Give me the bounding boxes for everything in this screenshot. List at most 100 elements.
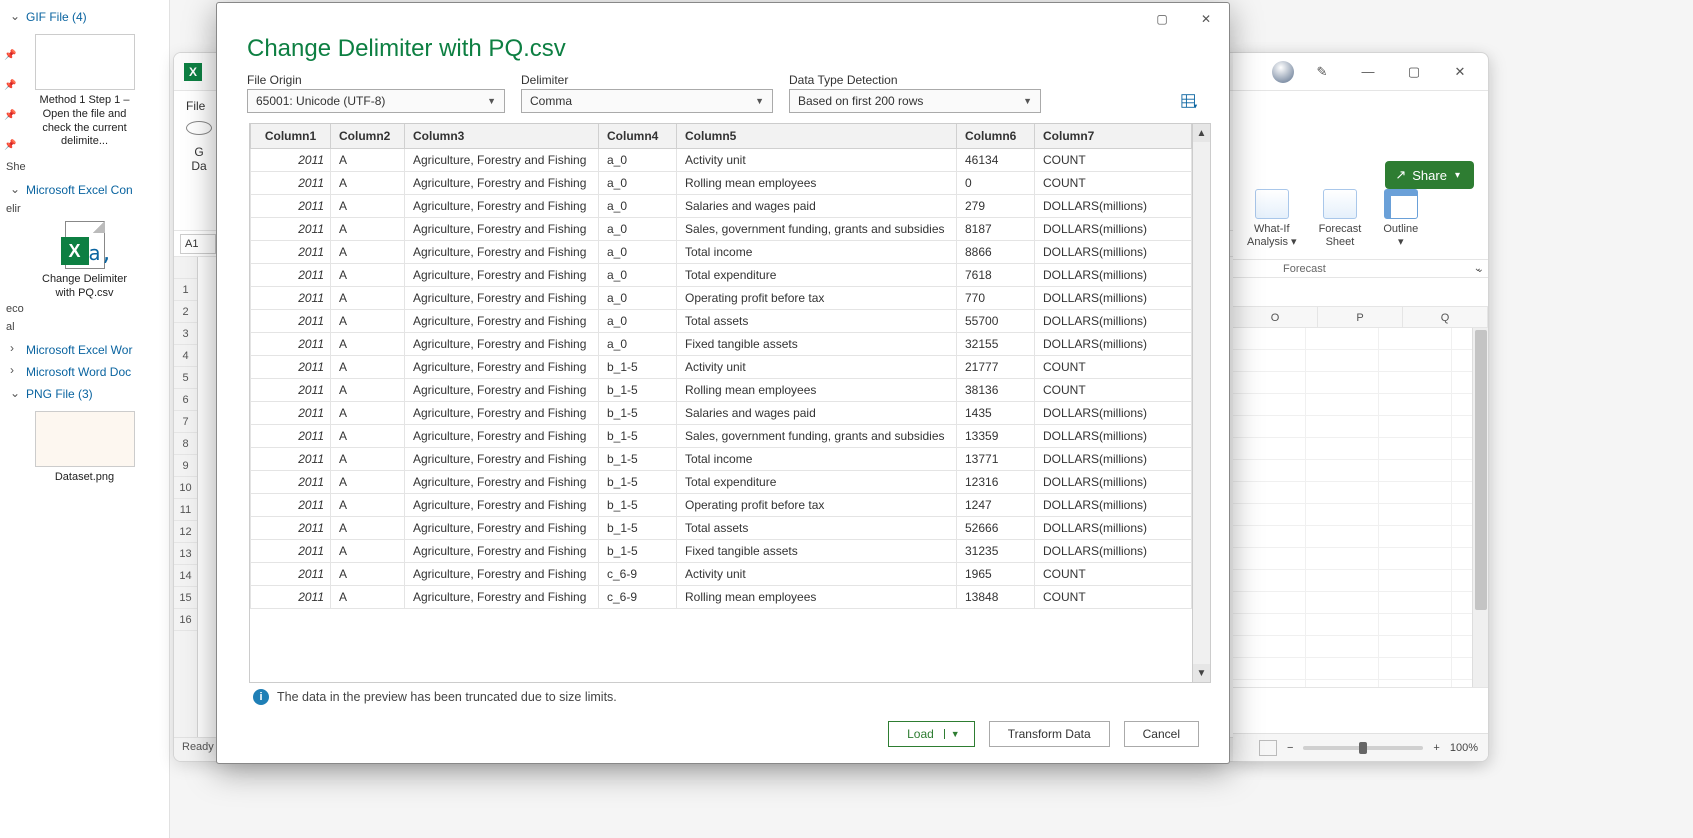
table-cell: A bbox=[331, 586, 405, 609]
table-cell: 13771 bbox=[957, 448, 1035, 471]
maximize-button[interactable]: ▢ bbox=[1147, 7, 1177, 31]
scroll-up-icon[interactable]: ▲ bbox=[1193, 124, 1210, 142]
preview-column-header[interactable]: Column4 bbox=[599, 124, 677, 149]
vertical-scrollbar[interactable] bbox=[1472, 328, 1488, 687]
delimiter-value: Comma bbox=[530, 94, 572, 108]
group-gif[interactable]: GIF File (4) bbox=[4, 6, 165, 28]
table-row[interactable]: 2011AAgriculture, Forestry and Fishingb_… bbox=[251, 517, 1192, 540]
name-box[interactable]: A1 bbox=[180, 234, 216, 254]
preview-column-header[interactable]: Column3 bbox=[405, 124, 599, 149]
ribbon-options-icon[interactable]: ✎ bbox=[1304, 59, 1340, 85]
table-row[interactable]: 2011AAgriculture, Forestry and Fishinga_… bbox=[251, 333, 1192, 356]
table-row[interactable]: 2011AAgriculture, Forestry and Fishinga_… bbox=[251, 241, 1192, 264]
scrollbar-thumb[interactable] bbox=[1475, 330, 1487, 610]
ribbon-forecast-group: What-IfAnalysis ▾ ForecastSheet Outline▾… bbox=[1233, 183, 1488, 260]
preview-column-header[interactable]: Column2 bbox=[331, 124, 405, 149]
detection-select[interactable]: Based on first 200 rows ▼ bbox=[789, 89, 1041, 113]
table-cell: 2011 bbox=[251, 356, 331, 379]
group-word[interactable]: Microsoft Word Doc bbox=[4, 361, 165, 383]
zoom-slider[interactable] bbox=[1303, 746, 1423, 750]
table-row[interactable]: 2011AAgriculture, Forestry and Fishingb_… bbox=[251, 402, 1192, 425]
table-row[interactable]: 2011AAgriculture, Forestry and Fishingb_… bbox=[251, 494, 1192, 517]
preview-column-header[interactable]: Column5 bbox=[677, 124, 957, 149]
transform-data-button[interactable]: Transform Data bbox=[989, 721, 1110, 747]
table-row[interactable]: 2011AAgriculture, Forestry and Fishinga_… bbox=[251, 264, 1192, 287]
table-row[interactable]: 2011AAgriculture, Forestry and Fishinga_… bbox=[251, 195, 1192, 218]
table-cell: DOLLARS(millions) bbox=[1035, 195, 1192, 218]
file-caption: Dataset.png bbox=[30, 471, 140, 485]
table-cell: A bbox=[331, 494, 405, 517]
preview-column-header[interactable]: Column1 bbox=[251, 124, 331, 149]
what-if-analysis-button[interactable]: What-IfAnalysis ▾ bbox=[1247, 189, 1297, 249]
get-data-button[interactable]: G Da bbox=[186, 109, 212, 173]
table-row[interactable]: 2011AAgriculture, Forestry and Fishingb_… bbox=[251, 448, 1192, 471]
col-header[interactable]: P bbox=[1318, 307, 1403, 327]
table-row[interactable]: 2011AAgriculture, Forestry and Fishingb_… bbox=[251, 379, 1192, 402]
status-text: Ready bbox=[182, 741, 214, 753]
table-row[interactable]: 2011AAgriculture, Forestry and Fishinga_… bbox=[251, 172, 1192, 195]
delimiter-select[interactable]: Comma ▼ bbox=[521, 89, 773, 113]
pin-icon[interactable]: 📌 bbox=[4, 110, 18, 140]
maximize-button[interactable]: ▢ bbox=[1396, 59, 1432, 85]
table-cell: c_6-9 bbox=[599, 586, 677, 609]
group-png[interactable]: PNG File (3) bbox=[4, 383, 165, 405]
scroll-down-icon[interactable]: ▼ bbox=[1193, 664, 1210, 682]
table-row[interactable]: 2011AAgriculture, Forestry and Fishinga_… bbox=[251, 218, 1192, 241]
table-row[interactable]: 2011AAgriculture, Forestry and Fishinga_… bbox=[251, 287, 1192, 310]
ribbon-collapse-icon[interactable]: ⌄ bbox=[1476, 264, 1484, 275]
table-cell: 38136 bbox=[957, 379, 1035, 402]
table-cell: Fixed tangible assets bbox=[677, 333, 957, 356]
pin-icon[interactable]: 📌 bbox=[4, 50, 18, 80]
file-tile-csv[interactable]: X a, Change Delimiter with PQ.csv bbox=[30, 221, 140, 301]
load-button[interactable]: Load ▼ bbox=[888, 721, 975, 747]
group-excel-ws[interactable]: Microsoft Excel Wor bbox=[4, 339, 165, 361]
preview-column-header[interactable]: Column7 bbox=[1035, 124, 1192, 149]
table-row[interactable]: 2011AAgriculture, Forestry and Fishingc_… bbox=[251, 586, 1192, 609]
normal-view-button[interactable] bbox=[1259, 740, 1277, 756]
preview-column-header[interactable]: Column6 bbox=[957, 124, 1035, 149]
table-cell: Agriculture, Forestry and Fishing bbox=[405, 310, 599, 333]
account-avatar[interactable] bbox=[1272, 61, 1294, 83]
table-cell: Agriculture, Forestry and Fishing bbox=[405, 241, 599, 264]
cancel-button[interactable]: Cancel bbox=[1124, 721, 1199, 747]
zoom-slider-thumb[interactable] bbox=[1359, 742, 1367, 754]
col-header[interactable]: Q bbox=[1403, 307, 1488, 327]
pin-icon[interactable]: 📌 bbox=[4, 80, 18, 110]
table-row[interactable]: 2011AAgriculture, Forestry and Fishinga_… bbox=[251, 149, 1192, 172]
table-cell: Agriculture, Forestry and Fishing bbox=[405, 448, 599, 471]
table-cell: A bbox=[331, 218, 405, 241]
load-dropdown[interactable]: ▼ bbox=[944, 729, 966, 739]
table-row[interactable]: 2011AAgriculture, Forestry and Fishinga_… bbox=[251, 310, 1192, 333]
table-row[interactable]: 2011AAgriculture, Forestry and Fishingb_… bbox=[251, 425, 1192, 448]
table-cell: a_0 bbox=[599, 310, 677, 333]
table-cell: 2011 bbox=[251, 172, 331, 195]
file-tile-method1[interactable]: Method 1 Step 1 – Open the file and chec… bbox=[30, 34, 140, 149]
table-row[interactable]: 2011AAgriculture, Forestry and Fishingb_… bbox=[251, 356, 1192, 379]
table-row[interactable]: 2011AAgriculture, Forestry and Fishingb_… bbox=[251, 471, 1192, 494]
table-row[interactable]: 2011AAgriculture, Forestry and Fishingc_… bbox=[251, 563, 1192, 586]
zoom-level[interactable]: 100% bbox=[1450, 742, 1478, 754]
file-origin-select[interactable]: 65001: Unicode (UTF-8) ▼ bbox=[247, 89, 505, 113]
table-cell: DOLLARS(millions) bbox=[1035, 333, 1192, 356]
table-cell: 46134 bbox=[957, 149, 1035, 172]
preview-table[interactable]: Column1Column2Column3Column4Column5Colum… bbox=[249, 123, 1193, 683]
forecast-sheet-button[interactable]: ForecastSheet bbox=[1319, 189, 1362, 249]
col-header[interactable]: O bbox=[1233, 307, 1318, 327]
zoom-in-button[interactable]: + bbox=[1433, 742, 1439, 754]
group-excel-csv[interactable]: Microsoft Excel Con bbox=[4, 179, 165, 201]
table-cell: A bbox=[331, 195, 405, 218]
preview-scrollbar[interactable]: ▲ ▼ bbox=[1193, 123, 1211, 683]
pin-column: 📌 📌 📌 📌 bbox=[4, 50, 18, 170]
table-row[interactable]: 2011AAgriculture, Forestry and Fishingb_… bbox=[251, 540, 1192, 563]
zoom-out-button[interactable]: − bbox=[1287, 742, 1293, 754]
outline-button[interactable]: Outline▾ bbox=[1383, 189, 1418, 249]
file-tile-png[interactable]: Dataset.png bbox=[30, 411, 140, 485]
outline-icon bbox=[1384, 189, 1418, 219]
minimize-button[interactable]: — bbox=[1350, 59, 1386, 85]
worksheet-cells[interactable] bbox=[1233, 328, 1488, 688]
load-label: Load bbox=[907, 727, 934, 741]
detect-table-icon[interactable] bbox=[1181, 92, 1199, 110]
close-button[interactable]: ✕ bbox=[1442, 59, 1478, 85]
pin-icon[interactable]: 📌 bbox=[4, 140, 18, 170]
close-button[interactable]: ✕ bbox=[1191, 7, 1221, 31]
